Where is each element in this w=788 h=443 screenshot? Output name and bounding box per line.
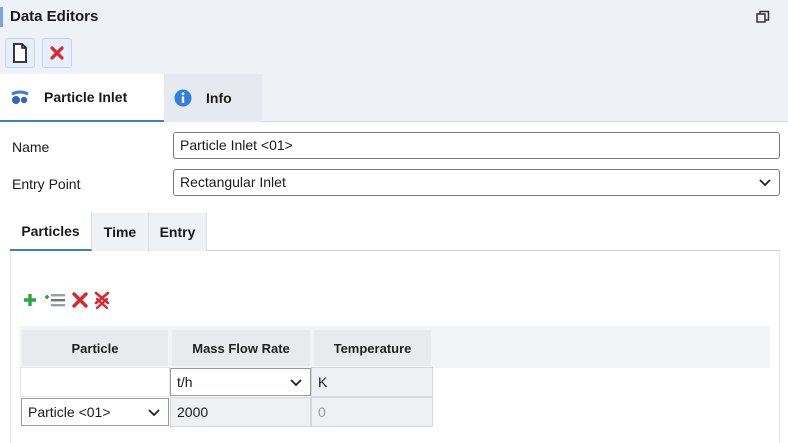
- chevron-down-icon: [759, 179, 771, 187]
- info-icon: [174, 89, 192, 107]
- new-button[interactable]: [5, 38, 35, 68]
- column-header-mass-flow-rate[interactable]: Mass Flow Rate: [172, 330, 310, 366]
- entry-point-select[interactable]: Rectangular Inlet: [173, 169, 780, 196]
- document-icon: [13, 43, 27, 63]
- chevron-down-icon: [290, 379, 302, 387]
- tab-info-label: Info: [206, 90, 232, 106]
- particle-select-value: Particle <01>: [28, 404, 111, 420]
- delete-button[interactable]: [42, 38, 72, 68]
- title-accent: [0, 7, 3, 27]
- units-row-empty-cell: [20, 367, 170, 397]
- particle-inlet-icon: [11, 90, 29, 104]
- mass-flow-unit-value: t/h: [177, 374, 193, 390]
- panel-title-bar: Data Editors: [0, 0, 788, 34]
- tab-particles[interactable]: Particles: [10, 213, 92, 251]
- column-header-temperature[interactable]: Temperature: [314, 330, 431, 366]
- mass-flow-rate-cell[interactable]: 2000: [170, 397, 311, 427]
- panel-title: Data Editors: [10, 8, 99, 25]
- tab-time[interactable]: Time: [92, 213, 149, 251]
- mass-flow-unit-select[interactable]: t/h: [170, 368, 311, 396]
- add-icon[interactable]: [22, 292, 38, 308]
- sub-tab-strip: Particles Time Entry: [10, 213, 780, 251]
- restore-window-icon[interactable]: [756, 10, 770, 24]
- chevron-down-icon: [148, 409, 160, 417]
- entry-point-value: Rectangular Inlet: [180, 174, 286, 190]
- name-field[interactable]: Particle Inlet <01>: [173, 132, 780, 159]
- close-red-icon: [50, 46, 64, 60]
- grid-toolbar: [22, 288, 110, 312]
- delete-icon[interactable]: [72, 292, 88, 308]
- main-tab-strip: Particle Inlet Info: [0, 74, 788, 122]
- column-header-particle[interactable]: Particle: [22, 330, 168, 366]
- name-label: Name: [12, 139, 50, 155]
- tab-particle-inlet[interactable]: Particle Inlet: [0, 74, 164, 122]
- tab-entry[interactable]: Entry: [149, 213, 207, 251]
- particle-select[interactable]: Particle <01>: [21, 398, 169, 426]
- temperature-cell[interactable]: 0: [311, 397, 433, 427]
- insert-row-icon[interactable]: [44, 292, 66, 308]
- tab-info[interactable]: Info: [164, 74, 262, 122]
- tab-particle-inlet-label: Particle Inlet: [44, 89, 128, 105]
- editor-toolbar: [0, 34, 788, 74]
- temperature-unit-cell: K: [311, 367, 433, 397]
- entry-point-label: Entry Point: [12, 176, 81, 192]
- delete-all-icon[interactable]: [94, 291, 110, 309]
